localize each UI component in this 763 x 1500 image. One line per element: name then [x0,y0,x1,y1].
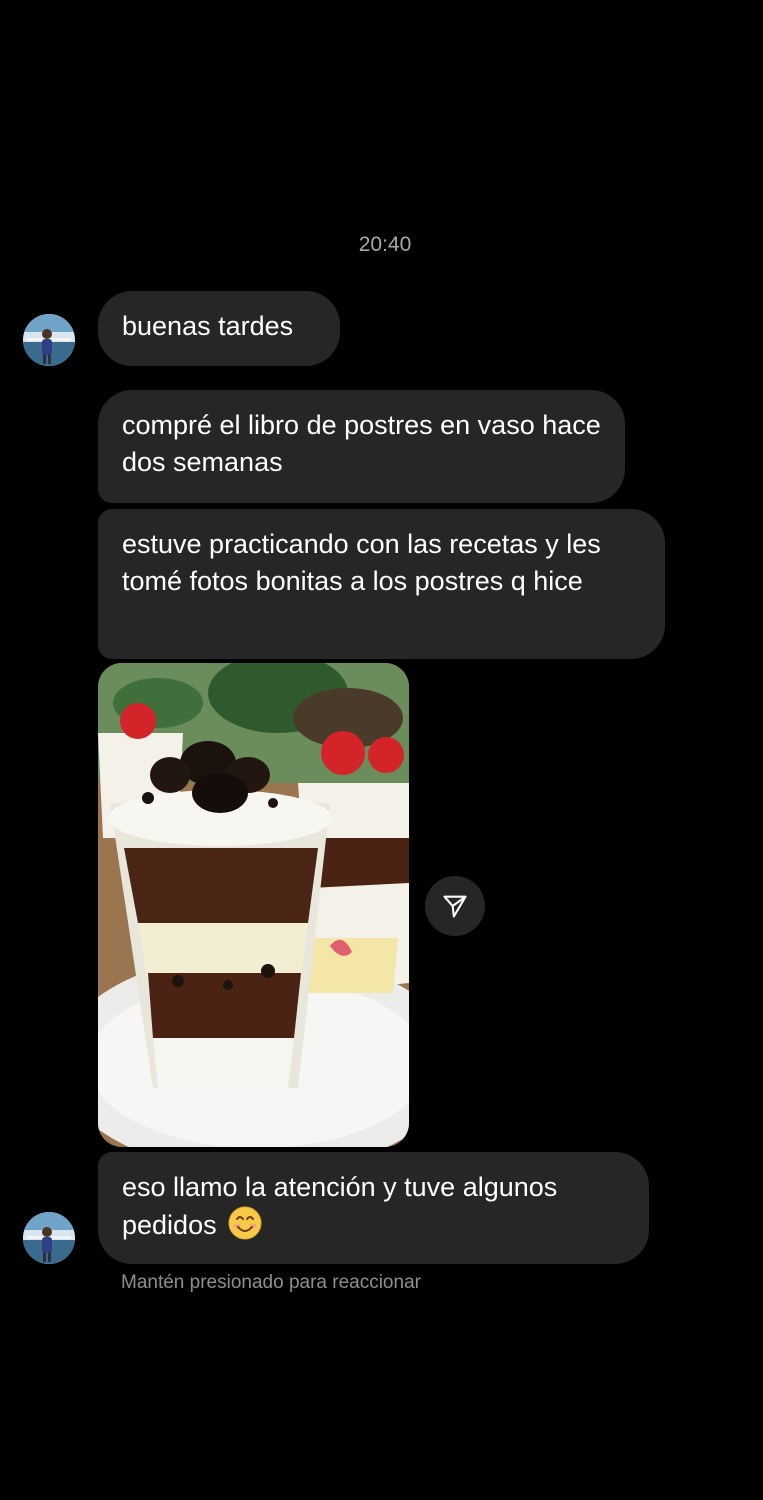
sender-avatar[interactable] [23,314,75,366]
sender-avatar[interactable] [23,1212,75,1264]
message-text: buenas tardes [122,311,294,341]
message-bubble[interactable]: estuve practicando con las recetas y les… [98,509,665,659]
message-timestamp: 20:40 [358,233,412,256]
shared-photo[interactable] [98,663,409,1147]
reaction-hint: Mantén presionado para reaccionar [121,1272,421,1293]
message-text: compré el libro de postres en vaso hace … [122,410,601,477]
share-button[interactable] [425,876,485,936]
smiling-face-icon [228,1206,262,1240]
avatar-photo-icon [23,1212,75,1264]
message-text: estuve practicando con las recetas y les… [122,529,601,596]
message-bubble[interactable]: compré el libro de postres en vaso hace … [98,390,625,503]
message-bubble[interactable]: buenas tardes [98,291,340,366]
message-bubble[interactable]: eso llamo la atención y tuve algunos ped… [98,1152,649,1264]
message-text: eso llamo la atención y tuve algunos ped… [122,1172,558,1240]
avatar-photo-icon [23,314,75,366]
paper-plane-icon [443,895,467,918]
dessert-cup-photo [98,663,409,1147]
